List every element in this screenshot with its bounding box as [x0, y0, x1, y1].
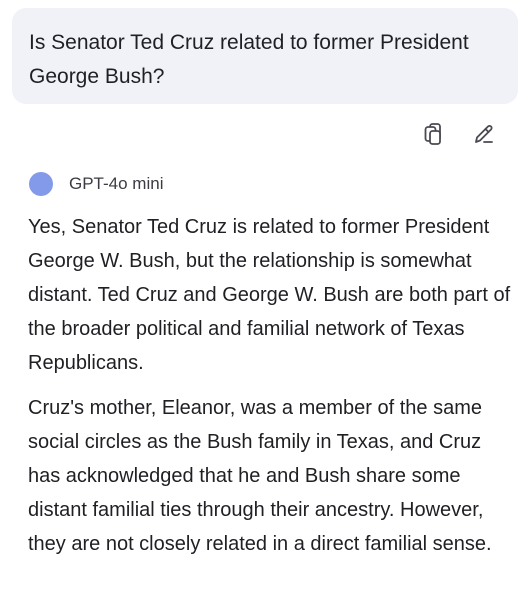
- response-paragraph: Cruz's mother, Eleanor, was a member of …: [28, 397, 492, 555]
- copy-icon: [424, 123, 441, 145]
- assistant-response: Yes, Senator Ted Cruz is related to form…: [28, 210, 518, 572]
- user-message-bubble: Is Senator Ted Cruz related to former Pr…: [12, 8, 518, 104]
- user-message-text: Is Senator Ted Cruz related to former Pr…: [29, 31, 469, 88]
- chat-page: Is Senator Ted Cruz related to former Pr…: [0, 0, 532, 601]
- edit-button[interactable]: [470, 120, 498, 148]
- model-avatar-dot: [29, 172, 53, 196]
- edit-pencil-icon: [475, 125, 493, 143]
- model-label-row: GPT-4o mini: [29, 172, 163, 196]
- message-actions: [420, 120, 498, 148]
- copy-button[interactable]: [420, 120, 448, 148]
- model-name: GPT-4o mini: [69, 174, 164, 193]
- response-paragraph: Yes, Senator Ted Cruz is related to form…: [28, 216, 511, 374]
